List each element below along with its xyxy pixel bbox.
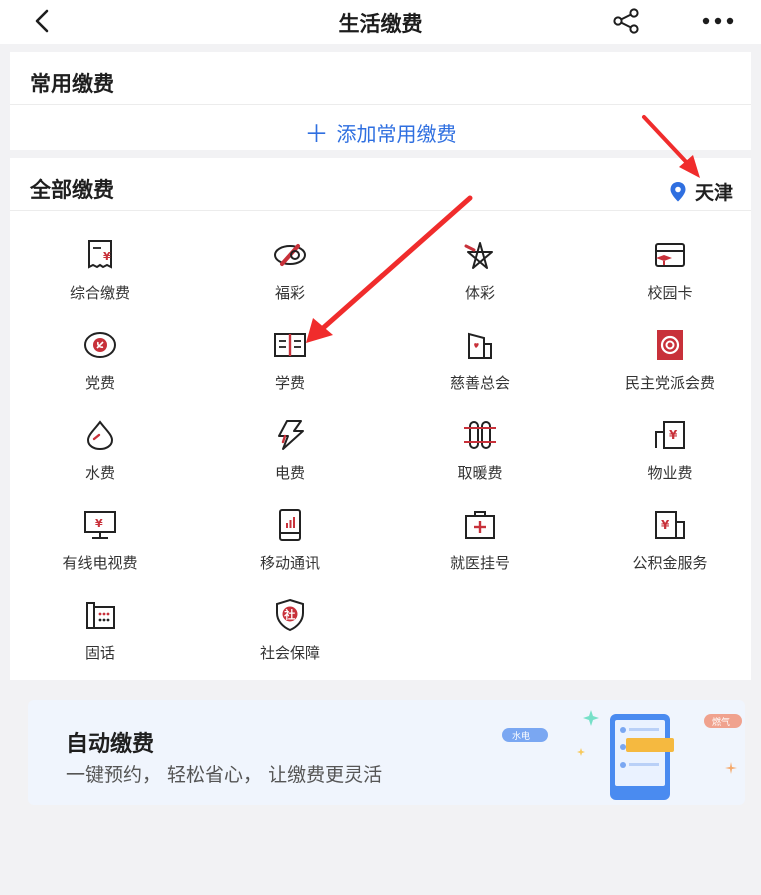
location-pin-icon [670,181,686,201]
grid-item-label: 有线电视费 [62,554,138,572]
phone-icon [279,509,301,541]
property-icon: ¥ [655,421,685,449]
banner-subtitle: 一键预约， 轻松省心， 让缴费更灵活 [66,764,383,786]
lightning-icon [278,420,304,450]
grid-item-cable-tv-fee[interactable]: ¥ 有线电视费 [5,508,195,573]
all-payments-title: 全部缴费 [30,178,114,202]
grid-item-label: 水费 [84,464,115,482]
fund-icon: ¥ [655,511,685,539]
add-common-payment-label: 添加常用缴费 [336,122,457,146]
sports-lottery-icon [464,242,493,269]
grid-item-label: 慈善总会 [449,374,510,392]
grid-item-label: 公积金服务 [632,554,708,572]
page-title: 生活缴费 [338,12,423,36]
book-icon [274,333,306,357]
grid-item-label: 就医挂号 [449,554,510,572]
grid-item-comprehensive-payment[interactable]: ¥ 综合缴费 [5,238,195,303]
grid-item-label: 综合缴费 [69,284,130,302]
grid-item-label: 党费 [84,374,115,392]
share-icon[interactable] [609,6,643,36]
grid-item-label: 校园卡 [647,284,693,302]
plus-icon: ＋ [304,120,329,148]
city-label: 天津 [694,182,733,204]
grid-item-label: 电费 [274,464,305,482]
grid-item-electricity-fee[interactable]: 电费 [195,418,385,483]
campus-card-icon [655,243,685,267]
grid-item-hospital-registration[interactable]: 就医挂号 [385,508,575,573]
grid-item-party-fee[interactable]: 党费 [5,328,195,393]
grid-item-property-fee[interactable]: ¥ 物业费 [575,418,761,483]
landline-icon [86,602,115,629]
nav-bar: 生活缴费 [0,0,761,44]
grid-item-housing-fund[interactable]: ¥ 公积金服务 [575,508,761,573]
svg-text:社: 社 [283,608,295,622]
grid-item-campus-card[interactable]: 校园卡 [575,238,761,303]
auto-payment-banner[interactable]: 自动缴费 一键预约， 轻松省心， 让缴费更灵活 水电 燃气 [28,700,745,805]
grid-item-democratic-party-fee[interactable]: 民主党派会费 [575,328,761,393]
grid-item-label: 物业费 [647,464,693,482]
grid-item-charity[interactable]: 慈善总会 [385,328,575,393]
all-payments-section: 全部缴费 天津 ¥ 综合缴费 福彩 体彩 校园卡 党费 学费 慈善总会 民主党派… [10,158,751,680]
svg-text:¥: ¥ [661,518,670,532]
grid-item-mobile-communication[interactable]: 移动通讯 [195,508,385,573]
grid-item-label: 社会保障 [259,644,320,662]
svg-text:¥: ¥ [103,250,111,263]
grid-item-label: 体彩 [464,284,495,302]
divider [10,104,751,105]
grid-item-label: 取暖费 [457,464,503,482]
medical-icon [465,511,495,539]
grid-item-label: 福彩 [274,284,305,302]
radiator-icon [464,421,496,449]
common-payments-title: 常用缴费 [30,72,114,96]
banner-tag-gas: 燃气 [712,716,730,728]
party-icon [84,332,116,358]
grid-item-social-security[interactable]: 社 社会保障 [195,598,385,663]
lottery-icon [274,244,306,266]
grid-item-landline[interactable]: 固话 [5,598,195,663]
water-drop-icon [86,420,114,451]
svg-text:¥: ¥ [669,428,678,442]
grid-item-water-fee[interactable]: 水费 [5,418,195,483]
grid-item-welfare-lottery[interactable]: 福彩 [195,238,385,303]
more-options-icon[interactable] [698,6,738,36]
grid-item-tuition[interactable]: 学费 [195,328,385,393]
add-common-payment-button[interactable]: ＋ 添加常用缴费 [10,114,751,149]
democratic-party-icon [657,330,683,360]
grid-item-heating-fee[interactable]: 取暖费 [385,418,575,483]
divider [10,210,751,211]
common-payments-section: 常用缴费 ＋ 添加常用缴费 [10,52,751,150]
city-selector[interactable]: 天津 [669,178,733,205]
grid-item-label: 移动通讯 [259,554,320,572]
charity-icon [468,332,492,359]
banner-title: 自动缴费 [66,732,155,757]
shield-icon: 社 [276,598,304,632]
bill-icon: ¥ [88,240,112,269]
phone-illustration-icon: 水电 燃气 [502,710,742,800]
grid-item-label: 学费 [274,374,305,392]
tv-icon: ¥ [84,511,116,539]
grid-item-label: 固话 [84,644,115,662]
grid-item-sports-lottery[interactable]: 体彩 [385,238,575,303]
svg-text:¥: ¥ [95,517,103,530]
grid-item-label: 民主党派会费 [624,374,715,392]
banner-tag-water-electric: 水电 [512,730,530,742]
